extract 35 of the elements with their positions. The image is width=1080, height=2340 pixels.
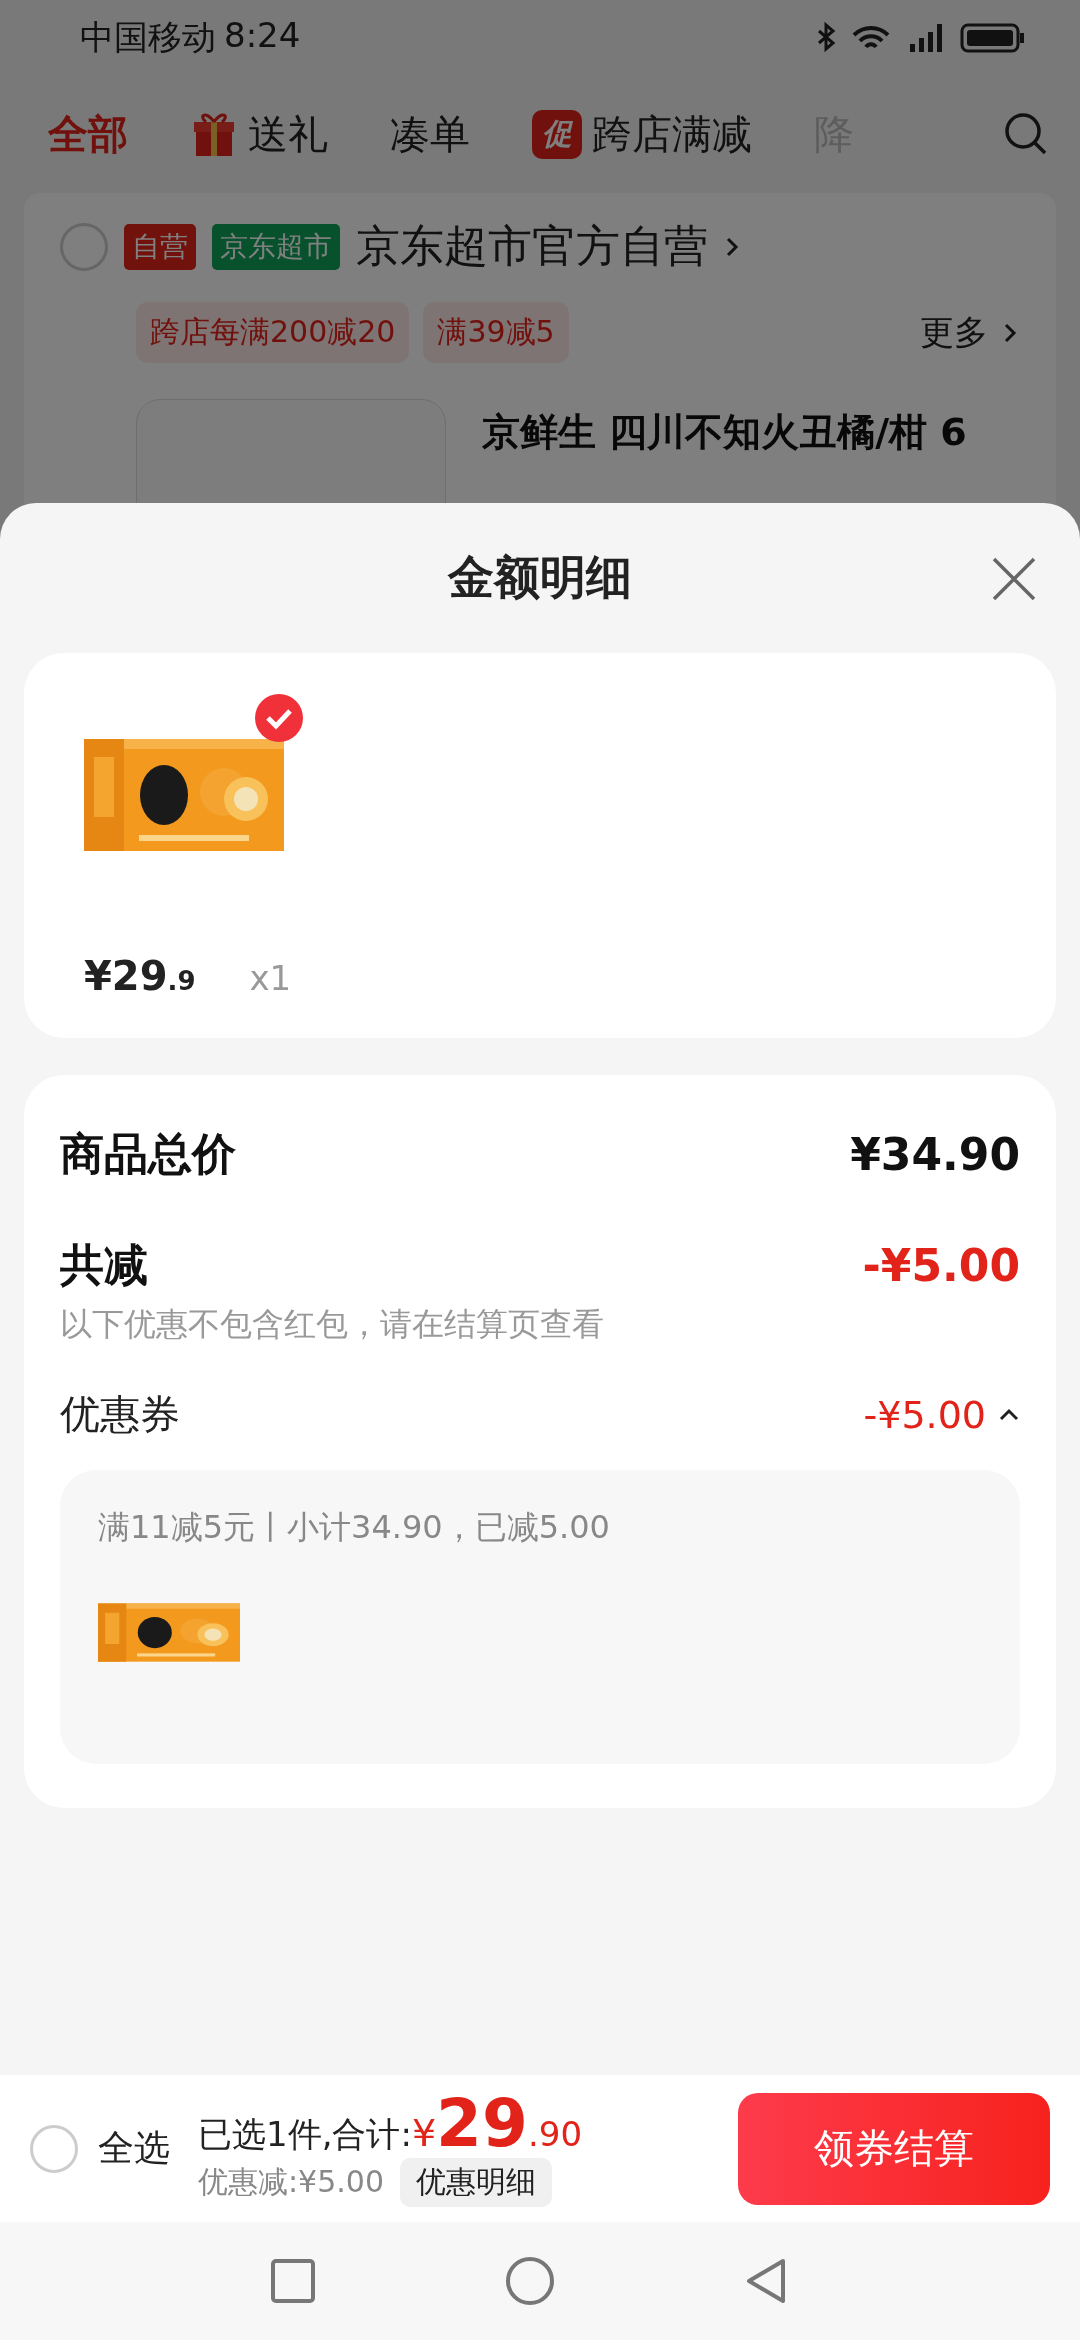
item-quantity: x1 [249, 958, 292, 998]
promo-chip[interactable]: 满39减5 [423, 302, 569, 363]
close-icon[interactable] [990, 555, 1038, 603]
select-all-label[interactable]: 全选 [98, 2124, 170, 2173]
select-all-checkbox[interactable] [30, 2124, 78, 2173]
shop-checkbox[interactable] [60, 222, 108, 271]
discount-details-button[interactable]: 优惠明细 [400, 2157, 552, 2207]
coupon-toggle[interactable]: -¥5.00 [863, 1392, 1020, 1437]
total-line: 已选1件,合计:¥29.90 [198, 2090, 583, 2158]
shop-tag: 京东超市 [212, 223, 340, 270]
shop-name[interactable]: 京东超市官方自营 [356, 217, 708, 276]
category-tab[interactable]: 促 跨店满减 [532, 106, 752, 162]
promo-badge: 促 [532, 109, 582, 159]
discount-summary: 优惠减:¥5.00 [198, 2162, 384, 2201]
coupon-detail: 满11减5元丨小计34.90，已减5.00 [98, 1507, 611, 1548]
item-price: ¥29.9 [84, 953, 196, 999]
more-link[interactable]: 更多 [920, 309, 988, 356]
sheet-title: 金额明细 [448, 549, 632, 606]
coupon-label: 优惠券 [60, 1390, 180, 1439]
total-value: ¥34.90 [850, 1129, 1020, 1180]
carrier-name: 中国移动 [80, 15, 216, 59]
checkout-button[interactable]: 领券结算 [738, 2092, 1050, 2205]
clock: 8:24 [224, 14, 301, 57]
category-tab[interactable]: 送礼 [190, 106, 328, 162]
discount-value: -¥5.00 [862, 1240, 1020, 1291]
total-label: 商品总价 [60, 1127, 236, 1181]
home-icon[interactable] [504, 2255, 556, 2307]
shop-tag: 自营 [124, 223, 196, 270]
promo-chip[interactable]: 跨店每满200减20 [136, 302, 410, 363]
discount-label: 共减 [60, 1238, 148, 1292]
product-title: 京鲜生 四川不知火丑橘/柑 6 [482, 409, 967, 456]
battery-icon [960, 22, 1026, 53]
category-tab[interactable]: 全部 [48, 106, 128, 162]
category-tab[interactable]: 凑单 [390, 106, 470, 162]
discount-note: 以下优惠不包含红包，请在结算页查看 [60, 1304, 605, 1345]
